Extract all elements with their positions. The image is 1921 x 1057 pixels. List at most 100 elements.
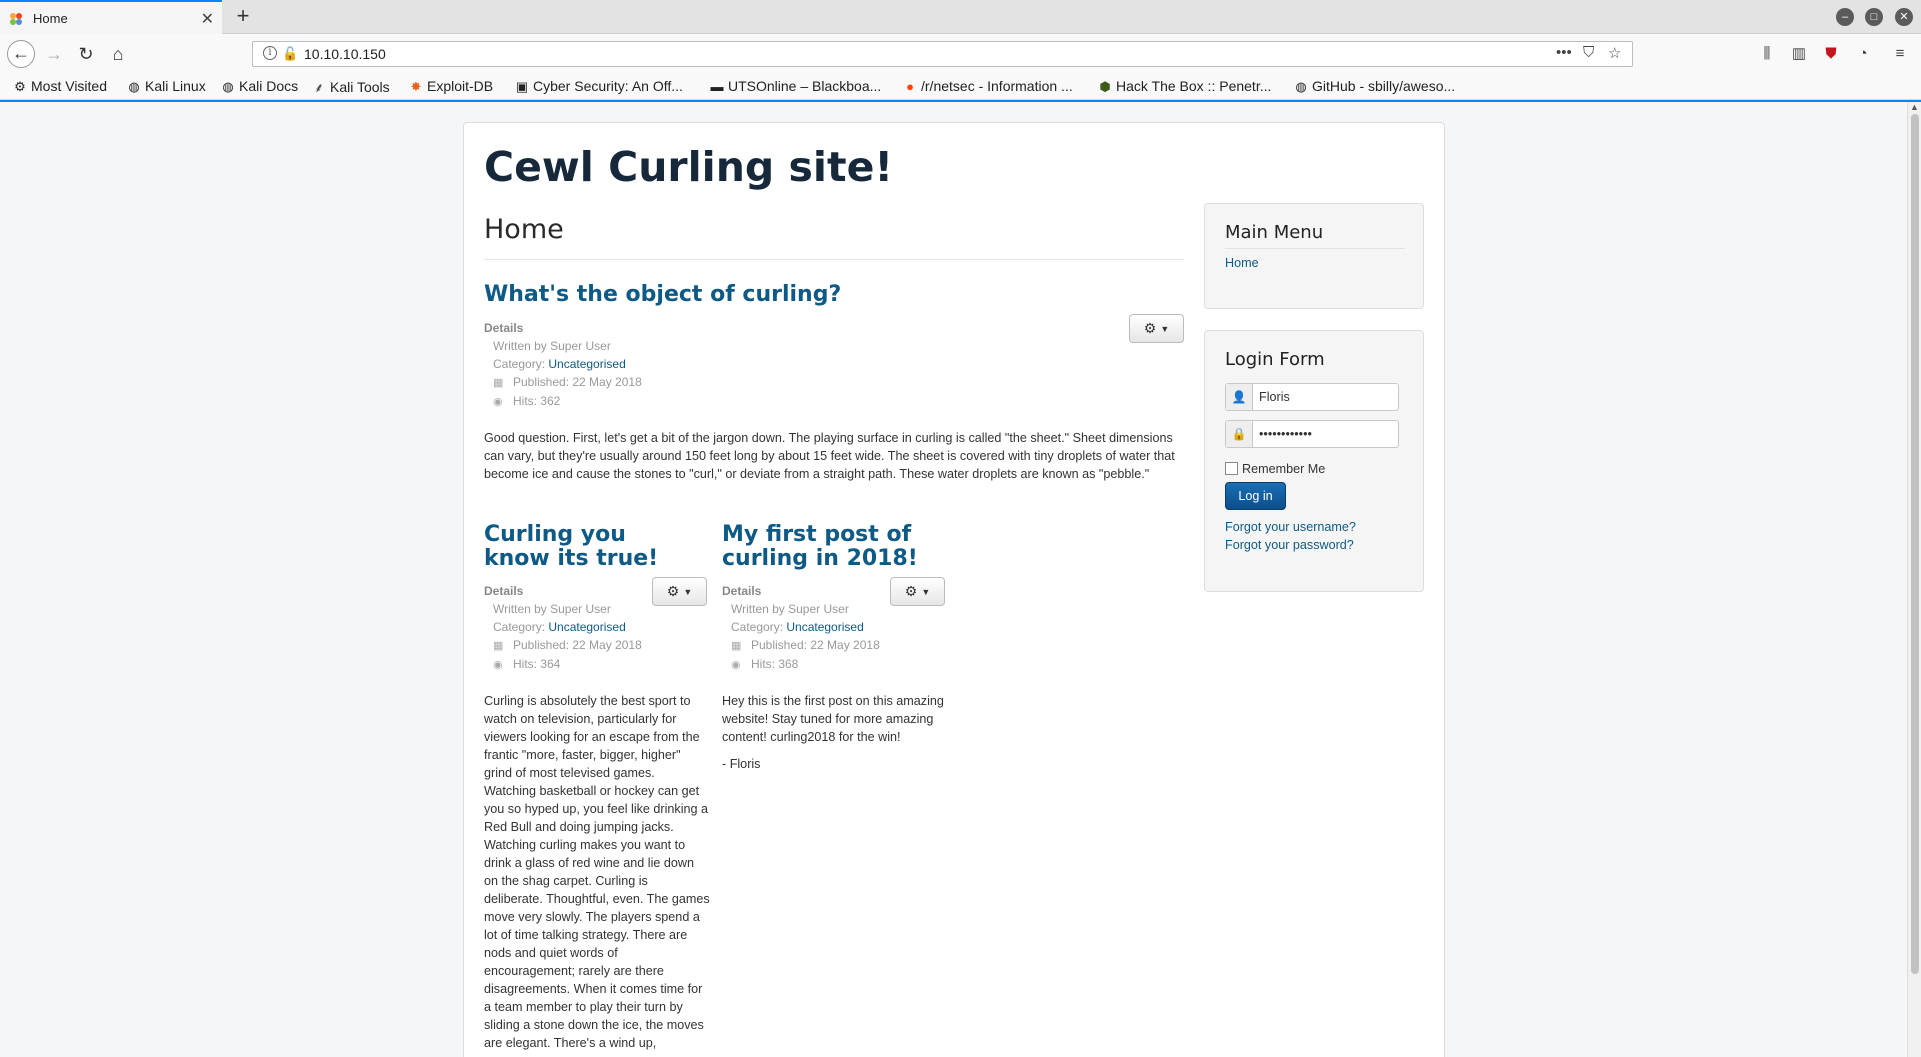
home-button[interactable]: ⌂	[105, 41, 131, 67]
globe-icon: ◍	[1295, 79, 1307, 94]
article-hits: ◉ Hits: 364	[493, 655, 642, 674]
article-category: Category: Uncategorised	[493, 620, 626, 634]
chevron-down-icon: ▼	[921, 586, 931, 597]
gear-icon: ⚙	[904, 583, 918, 599]
bookmark-utsonline[interactable]: ▬ UTSOnline – Blackboa...	[709, 78, 882, 94]
main-menu-title: Main Menu	[1225, 222, 1324, 243]
remember-me-checkbox[interactable]	[1225, 462, 1238, 475]
article-meta: Written by Super User Category: Uncatego…	[493, 337, 642, 411]
login-form-title: Login Form	[1225, 349, 1325, 370]
pocket-icon[interactable]: ⛉	[1583, 44, 1594, 61]
menu-item-home[interactable]: Home	[1225, 256, 1259, 270]
insecure-lock-icon[interactable]: 🔓	[282, 46, 298, 62]
article-options-button[interactable]: ⚙ ▼	[652, 577, 707, 606]
reddit-icon: ●	[906, 79, 914, 94]
article-published: ▦ Published: 22 May 2018	[493, 636, 642, 655]
user-icon: 👤	[1226, 384, 1253, 410]
article-author: Written by Super User	[493, 339, 611, 353]
tab-title: Home	[33, 11, 68, 26]
article-meta: Written by Super User Category: Uncatego…	[493, 600, 642, 674]
hamburger-menu-icon[interactable]: ≡	[1890, 44, 1910, 64]
bookmark-star-icon[interactable]: ☆	[1608, 44, 1621, 62]
bookmark-kali-docs[interactable]: ◍ Kali Docs	[220, 78, 298, 95]
article-title-first-post[interactable]: My first post of curling in 2018!	[722, 523, 942, 571]
globe-icon: ◍	[128, 79, 140, 94]
divider	[1225, 248, 1405, 249]
bookmark-github[interactable]: ◍ GitHub - sbilly/aweso...	[1293, 78, 1455, 95]
ublock-icon[interactable]: ⛊	[1821, 44, 1841, 64]
calendar-icon: ▦	[493, 377, 504, 389]
uts-icon: ▬	[710, 79, 724, 94]
tab-accent-line	[0, 100, 1921, 102]
url-text[interactable]: 10.10.10.150	[304, 46, 386, 62]
article-author: Written by Super User	[493, 602, 611, 616]
scrollbar-thumb[interactable]	[1911, 114, 1919, 974]
article-hits: ◉ Hits: 362	[493, 392, 642, 411]
category-link[interactable]: Uncategorised	[548, 620, 625, 634]
close-window-icon[interactable]: ✕	[1895, 8, 1913, 26]
article-title-curling-you-know[interactable]: Curling you know its true!	[484, 523, 694, 571]
globe-icon: ◍	[222, 79, 234, 94]
bookmark-kali-linux[interactable]: ◍ Kali Linux	[126, 78, 205, 95]
remember-me[interactable]: Remember Me	[1225, 462, 1325, 476]
details-label: Details	[484, 584, 524, 598]
article-title-object-of-curling[interactable]: What's the object of curling?	[484, 283, 1084, 307]
login-form-module: Login Form 👤 🔒 Remember Me Log in Forgot…	[1204, 330, 1424, 592]
username-field[interactable]: 👤	[1225, 383, 1399, 411]
forgot-password-link[interactable]: Forgot your password?	[1225, 538, 1354, 552]
article-published: ▦ Published: 22 May 2018	[731, 636, 880, 655]
main-menu-module: Main Menu Home	[1204, 203, 1424, 309]
eye-icon: ◉	[493, 659, 503, 671]
tab-home[interactable]: Home ✕	[0, 0, 222, 34]
article-options-button[interactable]: ⚙ ▼	[890, 577, 945, 606]
article-category: Category: Uncategorised	[493, 357, 626, 371]
article-hits: ◉ Hits: 368	[731, 655, 880, 674]
category-link[interactable]: Uncategorised	[786, 620, 863, 634]
sidebar-icon[interactable]: ▥	[1789, 44, 1809, 64]
scroll-up-icon[interactable]: ▲	[1910, 102, 1919, 112]
chevron-down-icon: ▼	[1160, 323, 1170, 334]
library-icon[interactable]: ⫼	[1757, 44, 1777, 64]
password-input[interactable]	[1254, 422, 1394, 446]
gear-icon: ⚙	[14, 79, 26, 94]
url-bar[interactable]: i 🔓 10.10.10.150 ••• ⛉ ☆	[252, 41, 1633, 67]
bookmark-kali-tools[interactable]: ⸙ Kali Tools	[311, 78, 390, 96]
password-field[interactable]: 🔒	[1225, 420, 1399, 448]
site-title[interactable]: Cewl Curling site!	[484, 143, 893, 191]
page-actions-icon[interactable]: •••	[1556, 44, 1572, 61]
site-container: Cewl Curling site! Home What's the objec…	[463, 122, 1445, 1057]
bookmark-cyber-security[interactable]: ▣ Cyber Security: An Off...	[514, 78, 683, 95]
tab-bar: Home ✕ + – □ ✕	[0, 0, 1921, 34]
gear-icon: ⚙	[1143, 320, 1157, 336]
chevron-down-icon: ▼	[683, 586, 693, 597]
bookmark-hack-the-box[interactable]: ⬢ Hack The Box :: Penetr...	[1097, 78, 1271, 95]
category-link[interactable]: Uncategorised	[548, 357, 625, 371]
article-author: Written by Super User	[731, 602, 849, 616]
forward-button[interactable]: →	[41, 41, 67, 67]
minimize-icon[interactable]: –	[1836, 8, 1854, 26]
site-info-icon[interactable]: i	[263, 46, 277, 60]
lock-icon: 🔒	[1226, 421, 1253, 447]
login-button[interactable]: Log in	[1225, 482, 1286, 510]
bookmark-reddit-netsec[interactable]: ●/r/netsec - Information ...	[902, 78, 1073, 94]
bookmark-most-visited[interactable]: ⚙ Most Visited	[12, 78, 107, 95]
username-input[interactable]	[1254, 385, 1394, 409]
htb-icon: ⬢	[1099, 79, 1111, 94]
divider	[484, 259, 1184, 260]
maximize-icon[interactable]: □	[1865, 8, 1883, 26]
back-button[interactable]: ←	[7, 40, 35, 68]
forgot-username-link[interactable]: Forgot your username?	[1225, 520, 1356, 534]
article-meta: Written by Super User Category: Uncatego…	[731, 600, 880, 674]
page-title: Home	[484, 214, 564, 245]
reload-button[interactable]: ↻	[73, 41, 99, 67]
bookmark-exploit-db[interactable]: ✸ Exploit-DB	[408, 78, 494, 95]
new-tab-button[interactable]: +	[230, 4, 256, 30]
page-scrollbar[interactable]: ▲	[1907, 102, 1921, 1057]
joomla-favicon-icon	[10, 13, 22, 25]
kali-icon: ⸙	[314, 80, 324, 95]
close-tab-icon[interactable]: ✕	[201, 9, 214, 29]
extension-icon[interactable]: ◔	[1853, 44, 1873, 64]
article-options-button[interactable]: ⚙ ▼	[1129, 314, 1184, 343]
eye-icon: ◉	[493, 396, 503, 408]
article-published: ▦ Published: 22 May 2018	[493, 373, 642, 392]
